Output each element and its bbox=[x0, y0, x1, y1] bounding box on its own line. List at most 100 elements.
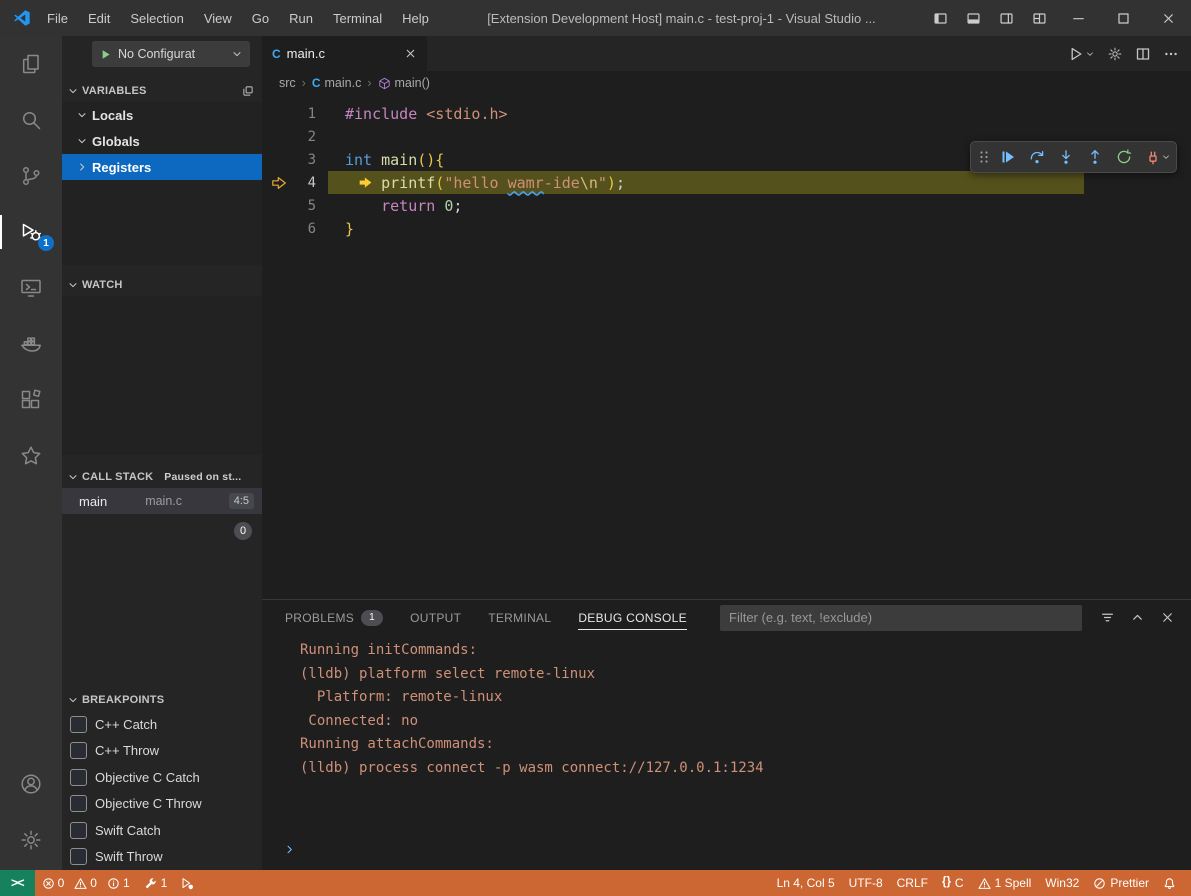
variables-item-locals[interactable]: Locals bbox=[62, 102, 262, 128]
activity-settings[interactable] bbox=[0, 812, 62, 868]
panel-filter-lines-button[interactable] bbox=[1100, 610, 1115, 625]
activity-docker[interactable] bbox=[0, 316, 62, 372]
status-warning-count: 0 bbox=[74, 876, 97, 890]
layout-panel-button[interactable] bbox=[957, 0, 990, 36]
current-frame-gutter-arrow[interactable] bbox=[262, 175, 296, 191]
editor-group: C main.c src›Cmain.c›main() 1#include <s… bbox=[262, 36, 1191, 870]
code-line[interactable]: 6} bbox=[262, 217, 1191, 240]
split-editor-button[interactable] bbox=[1135, 46, 1151, 62]
breakpoints-section-header[interactable]: BREAKPOINTS bbox=[62, 689, 262, 711]
activity-source-control[interactable] bbox=[0, 148, 62, 204]
status-spell-checker[interactable]: 1 Spell bbox=[971, 870, 1039, 896]
activity-extensions[interactable] bbox=[0, 372, 62, 428]
menu-edit[interactable]: Edit bbox=[78, 0, 120, 36]
menu-view[interactable]: View bbox=[194, 0, 242, 36]
activity-explorer[interactable] bbox=[0, 36, 62, 92]
status-extension-tools[interactable]: 1 bbox=[137, 870, 175, 896]
panel-close-button[interactable] bbox=[1160, 610, 1175, 625]
breadcrumb: src›Cmain.c›main() bbox=[262, 71, 1191, 95]
status-remote-indicator[interactable]: >< bbox=[0, 870, 35, 896]
breakpoint-checkbox[interactable] bbox=[70, 769, 87, 786]
breakpoint-swift-catch[interactable]: Swift Catch bbox=[62, 817, 262, 844]
breakpoint-checkbox[interactable] bbox=[70, 822, 87, 839]
variables-item-globals[interactable]: Globals bbox=[62, 128, 262, 154]
breakpoint-objective-c-catch[interactable]: Objective C Catch bbox=[62, 764, 262, 791]
variables-item-registers[interactable]: Registers bbox=[62, 154, 262, 180]
breakpoint-checkbox[interactable] bbox=[70, 795, 87, 812]
debug-config-dropdown[interactable]: No Configurat bbox=[92, 41, 250, 67]
code-token: ( bbox=[435, 174, 444, 192]
more-actions-button[interactable] bbox=[1163, 46, 1179, 62]
close-tab-icon[interactable] bbox=[404, 47, 417, 60]
code-line[interactable]: 1#include <stdio.h> bbox=[262, 102, 1191, 125]
tree-item-label: Locals bbox=[92, 108, 133, 123]
breakpoint-checkbox[interactable] bbox=[70, 742, 87, 759]
layout-sidebar-left-button[interactable] bbox=[924, 0, 957, 36]
menu-go[interactable]: Go bbox=[242, 0, 279, 36]
activity-star[interactable] bbox=[0, 428, 62, 484]
menu-help[interactable]: Help bbox=[392, 0, 439, 36]
watch-body bbox=[62, 296, 262, 455]
status-notifications[interactable] bbox=[1156, 870, 1183, 896]
start-debug-icon[interactable] bbox=[99, 48, 112, 61]
debug-step-out-button[interactable] bbox=[1080, 144, 1109, 170]
console-prompt[interactable] bbox=[283, 843, 296, 861]
collapse-all-icon[interactable] bbox=[242, 85, 254, 97]
close-button[interactable] bbox=[1146, 0, 1191, 36]
menu-file[interactable]: File bbox=[37, 0, 78, 36]
minimize-button[interactable] bbox=[1056, 0, 1101, 36]
search-icon bbox=[19, 108, 43, 132]
breadcrumb-item-main-c[interactable]: Cmain.c bbox=[312, 76, 362, 90]
debug-continue-button[interactable] bbox=[993, 144, 1022, 170]
console-filter-input[interactable] bbox=[720, 605, 1082, 631]
breakpoint-checkbox[interactable] bbox=[70, 716, 87, 733]
call-stack-frame-row[interactable]: main main.c 4:5 bbox=[62, 488, 262, 514]
breakpoint-checkbox[interactable] bbox=[70, 848, 87, 865]
status-problems[interactable]: 001 bbox=[35, 870, 137, 896]
debug-config-row: No Configurat bbox=[62, 36, 262, 72]
debug-disconnect-dropdown[interactable] bbox=[1161, 148, 1173, 166]
breakpoint-objective-c-throw[interactable]: Objective C Throw bbox=[62, 791, 262, 818]
panel-chevron-up-button[interactable] bbox=[1130, 610, 1145, 625]
run-or-debug-button[interactable] bbox=[1068, 46, 1095, 62]
watch-section-header[interactable]: WATCH bbox=[62, 274, 262, 296]
activity-remote-explorer[interactable] bbox=[0, 260, 62, 316]
maximize-button[interactable] bbox=[1101, 0, 1146, 36]
status-formatter-prettier[interactable]: Prettier bbox=[1086, 870, 1156, 896]
debug-step-over-button[interactable] bbox=[1022, 144, 1051, 170]
status-language-mode[interactable]: {}C bbox=[935, 870, 971, 896]
code-line[interactable]: 5 return 0; bbox=[262, 194, 1191, 217]
debug-drag-handle-button[interactable] bbox=[974, 144, 993, 170]
activity-run-debug[interactable]: 1 bbox=[0, 204, 62, 260]
code-line[interactable]: 4 printf("hello wamr-ide\n"); bbox=[262, 171, 1191, 194]
menu-run[interactable]: Run bbox=[279, 0, 323, 36]
breakpoint-c-throw[interactable]: C++ Throw bbox=[62, 738, 262, 765]
code-editor[interactable]: 1#include <stdio.h>23int main(){4 printf… bbox=[262, 95, 1191, 599]
panel-tab-debug-console[interactable]: DEBUG CONSOLE bbox=[578, 600, 687, 635]
settings-gear-button[interactable] bbox=[1107, 46, 1123, 62]
call-stack-section-header[interactable]: CALL STACK Paused on st... bbox=[62, 466, 262, 488]
status-eol[interactable]: CRLF bbox=[890, 870, 935, 896]
panel-tab-problems[interactable]: PROBLEMS1 bbox=[285, 600, 383, 635]
status-cursor-position[interactable]: Ln 4, Col 5 bbox=[770, 870, 842, 896]
panel-tab-output[interactable]: OUTPUT bbox=[410, 600, 461, 635]
debug-restart-button[interactable] bbox=[1109, 144, 1138, 170]
breakpoint-swift-throw[interactable]: Swift Throw bbox=[62, 844, 262, 871]
status-encoding[interactable]: UTF-8 bbox=[842, 870, 890, 896]
menu-terminal[interactable]: Terminal bbox=[323, 0, 392, 36]
tab-main-c[interactable]: C main.c bbox=[262, 36, 427, 71]
customize-layout-button[interactable] bbox=[1023, 0, 1056, 36]
status-debug-status[interactable] bbox=[174, 870, 201, 896]
breadcrumb-item-src[interactable]: src bbox=[279, 76, 296, 90]
activity-search[interactable] bbox=[0, 92, 62, 148]
status-platform[interactable]: Win32 bbox=[1038, 870, 1086, 896]
activity-account[interactable] bbox=[0, 756, 62, 812]
panel-tab-terminal[interactable]: TERMINAL bbox=[488, 600, 551, 635]
variables-section-header[interactable]: VARIABLES bbox=[62, 80, 262, 102]
menu-selection[interactable]: Selection bbox=[120, 0, 193, 36]
debug-step-into-button[interactable] bbox=[1051, 144, 1080, 170]
breadcrumb-item-main-[interactable]: main() bbox=[378, 76, 430, 90]
breakpoint-c-catch[interactable]: C++ Catch bbox=[62, 711, 262, 738]
code-token bbox=[435, 197, 444, 215]
layout-sidebar-right-button[interactable] bbox=[990, 0, 1023, 36]
